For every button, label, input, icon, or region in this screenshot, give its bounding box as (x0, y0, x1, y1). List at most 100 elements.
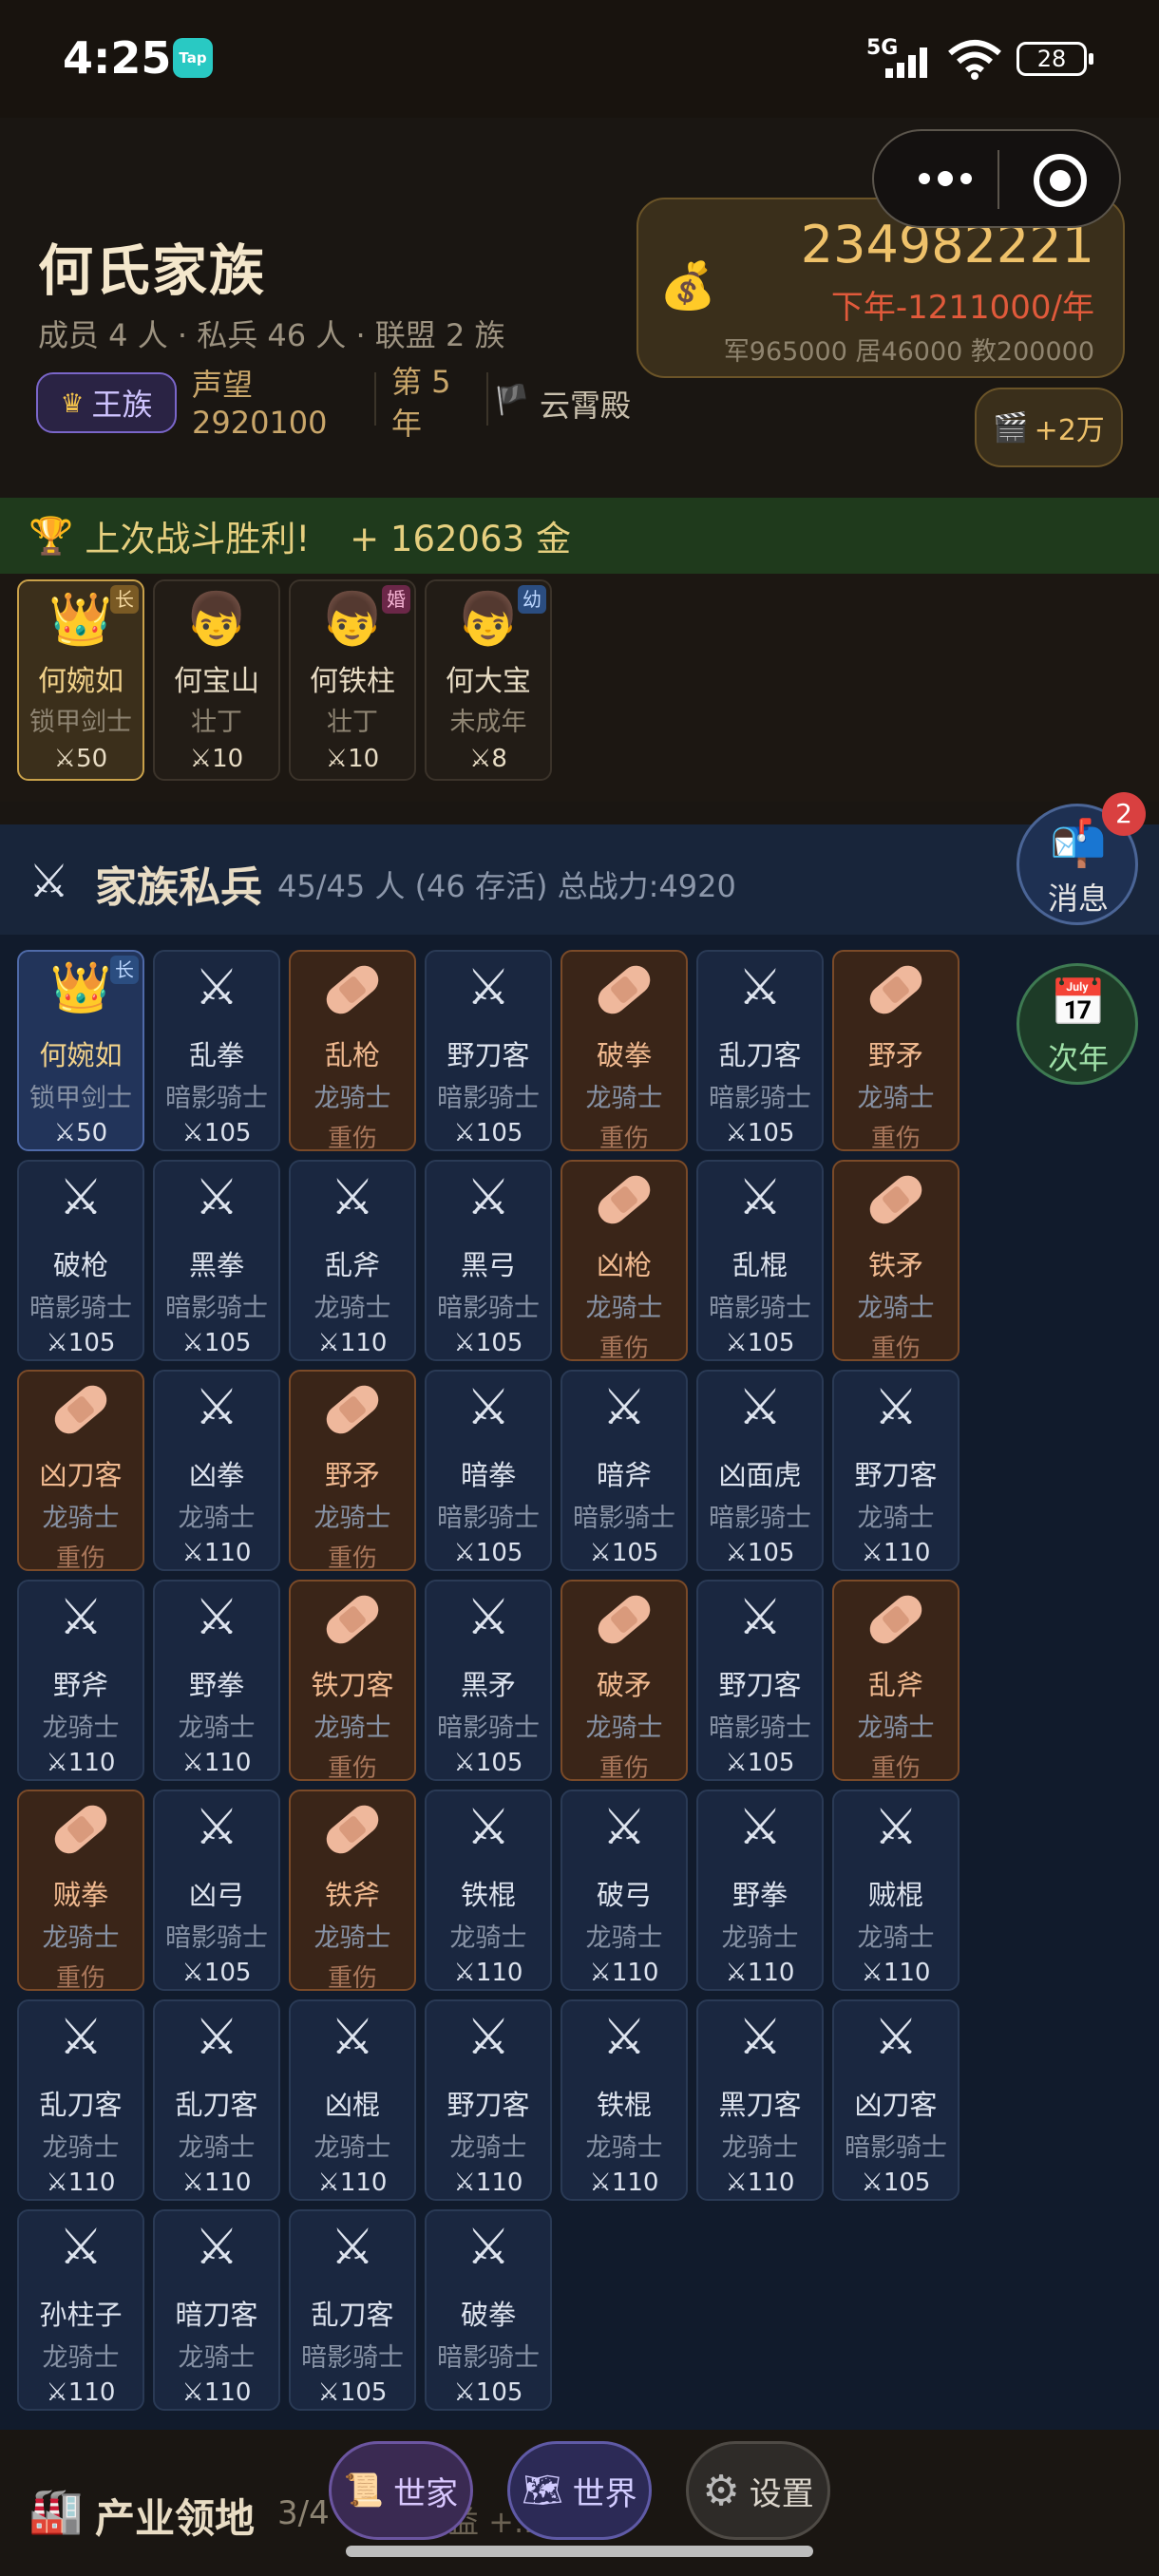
troop-card[interactable]: ⚔ 野刀客 暗影骑士 ⚔105 (425, 950, 552, 1151)
troop-card[interactable]: 乱枪 龙骑士 重伤 (289, 950, 416, 1151)
troop-role: 龙骑士 (314, 1084, 391, 1113)
troop-card[interactable]: ⚔ 凶拳 龙骑士 ⚔110 (153, 1370, 280, 1571)
troop-name: 黑拳 (188, 1249, 244, 1281)
member-card[interactable]: 👦 婚 何铁柱 壮丁 ⚔10 (289, 579, 416, 781)
nav-family-label: 世家 (393, 2474, 459, 2513)
troop-role: 龙骑士 (857, 1714, 935, 1743)
troop-card[interactable]: ⚔ 凶面虎 暗影骑士 ⚔105 (696, 1370, 824, 1571)
ad-reward-label: +2万 (1034, 414, 1105, 447)
troop-role: 龙骑士 (585, 1714, 663, 1743)
troop-status: ⚔105 (317, 2378, 388, 2407)
troop-card[interactable]: ⚔ 凶棍 龙骑士 ⚔110 (289, 1999, 416, 2201)
member-role: 未成年 (449, 708, 527, 737)
industry-count: 3/4 (277, 2494, 330, 2532)
troop-role: 龙骑士 (857, 1923, 935, 1953)
watch-ad-button[interactable]: 🎬 +2万 (975, 388, 1123, 467)
troop-card[interactable]: ⚔ 贼棍 龙骑士 ⚔110 (832, 1790, 960, 1991)
troop-card[interactable]: 铁矛 龙骑士 重伤 (832, 1160, 960, 1361)
home-indicator[interactable] (346, 2546, 813, 2557)
troop-name: 凶刀客 (39, 1459, 123, 1491)
close-target-icon[interactable] (1034, 154, 1087, 207)
troop-card[interactable]: ⚔ 乱刀客 暗影骑士 ⚔105 (696, 950, 824, 1151)
troop-card[interactable]: ⚔ 野刀客 龙骑士 ⚔110 (832, 1370, 960, 1571)
troop-card[interactable]: ⚔ 野拳 龙骑士 ⚔110 (153, 1580, 280, 1781)
more-options-icon[interactable] (902, 131, 988, 226)
troop-status: 重伤 (870, 1335, 921, 1361)
troop-status: ⚔105 (725, 1119, 795, 1147)
troop-card[interactable]: ⚔ 黑拳 暗影骑士 ⚔105 (153, 1160, 280, 1361)
troop-card[interactable]: ⚔ 铁棍 龙骑士 ⚔110 (560, 1999, 688, 2201)
troop-card[interactable]: 凶刀客 龙骑士 重伤 (17, 1370, 144, 1571)
troop-card[interactable]: ⚔ 乱拳 暗影骑士 ⚔105 (153, 950, 280, 1151)
crossed-swords-icon: ⚔ (466, 2219, 511, 2276)
troop-card[interactable]: ⚔ 破拳 暗影骑士 ⚔105 (425, 2209, 552, 2411)
troop-role: 暗影骑士 (437, 1294, 540, 1323)
troop-card[interactable]: 野矛 龙骑士 重伤 (289, 1370, 416, 1571)
troop-card[interactable]: ⚔ 乱斧 龙骑士 ⚔110 (289, 1160, 416, 1361)
troop-card[interactable]: 破拳 龙骑士 重伤 (560, 950, 688, 1151)
factory-icon: 🏭 (28, 2485, 84, 2536)
troop-role: 暗影骑士 (165, 1294, 268, 1323)
gear-icon: ⚙ (702, 2466, 740, 2515)
troop-name: 野矛 (324, 1459, 380, 1491)
industry-title: 产业领地 (95, 2495, 256, 2542)
troop-card[interactable]: 凶枪 龙骑士 重伤 (560, 1160, 688, 1361)
troop-status: 重伤 (598, 1125, 649, 1151)
troop-card[interactable]: 贼拳 龙骑士 重伤 (17, 1790, 144, 1991)
nav-family-button[interactable]: 📜 世家 (329, 2441, 473, 2540)
troop-card[interactable]: ⚔ 黑矛 暗影骑士 ⚔105 (425, 1580, 552, 1781)
troop-name: 破拳 (460, 2299, 516, 2331)
troop-card[interactable]: ⚔ 乱刀客 龙骑士 ⚔110 (153, 1999, 280, 2201)
troop-card[interactable]: ⚔ 黑弓 暗影骑士 ⚔105 (425, 1160, 552, 1361)
gold-breakdown: 军965000 居46000 教200000 (723, 337, 1094, 367)
troop-card[interactable]: 破矛 龙骑士 重伤 (560, 1580, 688, 1781)
battle-result-banner: 🏆 上次战斗胜利! + 162063 金 (0, 498, 1159, 574)
troop-card[interactable]: ⚔ 凶弓 暗影骑士 ⚔105 (153, 1790, 280, 1991)
troop-card[interactable]: ⚔ 破弓 龙骑士 ⚔110 (560, 1790, 688, 1991)
troop-card[interactable]: ⚔ 野拳 龙骑士 ⚔110 (696, 1790, 824, 1991)
crossed-swords-icon: ⚔ (194, 959, 239, 1016)
troop-status: 重伤 (55, 1964, 105, 1991)
troop-card[interactable]: ⚔ 凶刀客 暗影骑士 ⚔105 (832, 1999, 960, 2201)
troop-card[interactable]: ⚔ 乱刀客 龙骑士 ⚔110 (17, 1999, 144, 2201)
troop-card[interactable]: ⚔ 铁棍 龙骑士 ⚔110 (425, 1790, 552, 1991)
hall-name[interactable]: 云霄殿 (540, 382, 631, 426)
troop-card[interactable]: 铁刀客 龙骑士 重伤 (289, 1580, 416, 1781)
troop-role: 龙骑士 (857, 1504, 935, 1533)
rank-badge[interactable]: ♛ 王族 (36, 372, 177, 433)
troop-status: 重伤 (327, 1544, 377, 1571)
troop-card[interactable]: 👑 长何婉如 锁甲剑士 ⚔50 (17, 950, 144, 1151)
troop-status: ⚔105 (453, 1539, 523, 1567)
troop-card[interactable]: ⚔ 野刀客 暗影骑士 ⚔105 (696, 1580, 824, 1781)
troop-role: 龙骑士 (857, 1294, 935, 1323)
troop-card[interactable]: ⚔ 孙柱子 龙骑士 ⚔110 (17, 2209, 144, 2411)
troop-card[interactable]: ⚔ 野刀客 龙骑士 ⚔110 (425, 1999, 552, 2201)
troop-card[interactable]: ⚔ 乱棍 暗影骑士 ⚔105 (696, 1160, 824, 1361)
nav-settings-button[interactable]: ⚙ 设置 (686, 2441, 830, 2540)
member-card[interactable]: 👑 长 何婉如 锁甲剑士 ⚔50 (17, 579, 144, 781)
member-card[interactable]: 👦 何宝山 壮丁 ⚔10 (153, 579, 280, 781)
troop-card[interactable]: ⚔ 黑刀客 龙骑士 ⚔110 (696, 1999, 824, 2201)
troop-card[interactable]: 铁斧 龙骑士 重伤 (289, 1790, 416, 1991)
crossed-swords-icon: ⚔ (194, 1589, 239, 1646)
troop-card[interactable]: ⚔ 乱刀客 暗影骑士 ⚔105 (289, 2209, 416, 2411)
troop-card[interactable]: ⚔ 暗刀客 龙骑士 ⚔110 (153, 2209, 280, 2411)
troop-card[interactable]: 野矛 龙骑士 重伤 (832, 950, 960, 1151)
troop-card[interactable]: ⚔ 暗拳 暗影骑士 ⚔105 (425, 1370, 552, 1571)
troop-card[interactable]: ⚔ 野斧 龙骑士 ⚔110 (17, 1580, 144, 1781)
troop-status: 重伤 (870, 1754, 921, 1781)
mini-program-capsule (872, 129, 1121, 228)
member-card[interactable]: 👦 幼 何大宝 未成年 ⚔8 (425, 579, 552, 781)
member-role: 壮丁 (191, 708, 242, 737)
troop-name: 野刀客 (854, 1459, 938, 1491)
troop-card[interactable]: 乱斧 龙骑士 重伤 (832, 1580, 960, 1781)
troop-card[interactable]: ⚔ 暗斧 暗影骑士 ⚔105 (560, 1370, 688, 1571)
troop-card[interactable]: ⚔ 破枪 暗影骑士 ⚔105 (17, 1160, 144, 1361)
troop-status: ⚔110 (589, 1959, 659, 1987)
nav-world-button[interactable]: 🗺 世界 (507, 2441, 652, 2540)
crossed-swords-icon: ⚔ (737, 1379, 783, 1436)
next-year-button[interactable]: 📅 次年 (1016, 963, 1138, 1085)
battle-reward: + 162063 金 (350, 519, 571, 559)
troop-name: 铁刀客 (311, 1669, 394, 1701)
crossed-swords-icon: ⚔ (601, 1799, 647, 1856)
